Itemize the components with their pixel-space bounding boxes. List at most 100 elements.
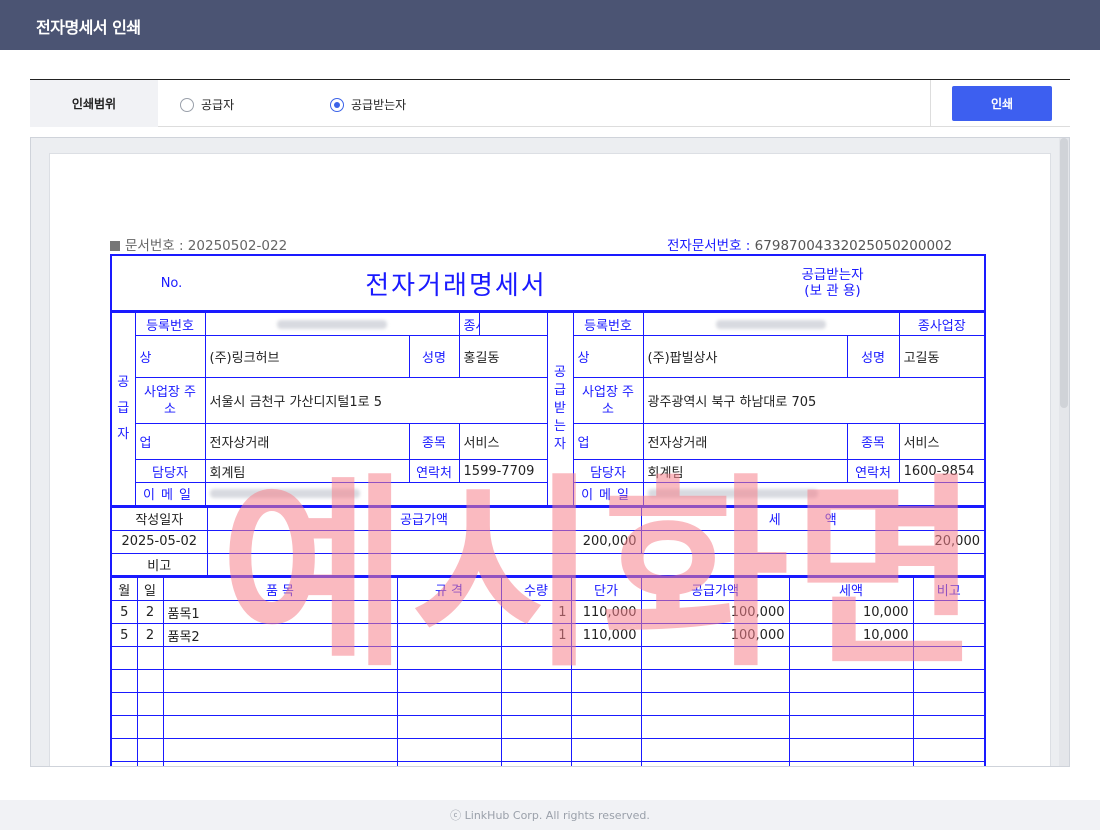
item-remark bbox=[912, 600, 986, 624]
tax-label: 세 액 bbox=[640, 506, 986, 531]
item-price: 110,000 bbox=[570, 623, 642, 647]
buyer-bizclass: 서비스 bbox=[898, 423, 986, 460]
table-row-empty bbox=[110, 692, 986, 716]
buyer-branch-label: 종사업장 bbox=[898, 312, 986, 336]
copy-type-line1: 공급받는자 bbox=[801, 267, 864, 283]
item-qty: 1 bbox=[500, 623, 572, 647]
doc-number: 문서번호 : 20250502-022 bbox=[110, 234, 287, 254]
copy-type-line2: (보 관 용) bbox=[804, 283, 861, 299]
items-header-row: 월 일 품 목 규 격 수량 단가 공급가액 세액 비고 bbox=[110, 577, 986, 601]
supplier-ceo-label: 성명 bbox=[408, 335, 460, 378]
print-button[interactable]: 인쇄 bbox=[952, 86, 1052, 121]
square-icon bbox=[110, 241, 120, 251]
buyer-name-label: 상 호 bbox=[572, 335, 644, 378]
document-viewer[interactable]: 문서번호 : 20250502-022 전자문서번호 : 67987004332… bbox=[30, 137, 1070, 767]
radio-buyer-label: 공급받는자 bbox=[351, 98, 407, 112]
edoc-number: 전자문서번호 : 67987004332025050200002 bbox=[667, 234, 952, 254]
buyer-email bbox=[642, 482, 986, 506]
item-name: 품목1 bbox=[162, 600, 398, 624]
scrollbar[interactable] bbox=[1059, 138, 1069, 766]
supplier-ceo: 홍길동 bbox=[458, 335, 548, 378]
radio-buyer[interactable]: 공급받는자 bbox=[330, 96, 406, 113]
buyer-contact: 회계팀 bbox=[642, 459, 848, 483]
doc-number-text: 문서번호 : 20250502-022 bbox=[125, 238, 288, 254]
supplier-email-label: 이메일 bbox=[134, 482, 206, 506]
supplier-addr-label: 사업장 주소 bbox=[134, 377, 206, 424]
print-range-label: 인쇄범위 bbox=[30, 80, 158, 127]
radio-buyer-dot[interactable] bbox=[330, 97, 344, 112]
note-value bbox=[206, 552, 986, 577]
supplier-reg-no bbox=[204, 312, 460, 336]
item-day: 2 bbox=[136, 623, 164, 647]
items-header-item: 품 목 bbox=[162, 577, 398, 601]
buyer-side-label: 공급받는자 bbox=[546, 312, 574, 506]
items-header-day: 일 bbox=[136, 577, 164, 601]
supplier-side-label: 공급자 bbox=[110, 312, 136, 506]
items-table: 월 일 품 목 규 격 수량 단가 공급가액 세액 비고 5 2 품목1 1 1… bbox=[110, 577, 986, 766]
item-spec bbox=[396, 623, 502, 647]
supplier-email bbox=[204, 482, 548, 506]
buyer-addr-label: 사업장 주소 bbox=[572, 377, 644, 424]
supplier-reg-no-label: 등록번호 bbox=[134, 312, 206, 336]
table-row: 5 2 품목2 1 110,000 100,000 10,000 bbox=[110, 623, 986, 647]
buyer-reg-no bbox=[642, 312, 900, 336]
items-header-remark: 비고 bbox=[912, 577, 986, 601]
items-header-price: 단가 bbox=[570, 577, 642, 601]
tax-value: 20,000 bbox=[640, 529, 986, 554]
top-bar: 전자명세서 인쇄 bbox=[0, 0, 1100, 50]
buyer-ceo: 고길동 bbox=[898, 335, 986, 378]
supplier-branch-label: 종사업장 bbox=[458, 312, 480, 336]
supplier-tel: 1599-7709 bbox=[458, 459, 548, 483]
radio-supplier-dot[interactable] bbox=[180, 97, 194, 112]
page-title: 전자명세서 인쇄 bbox=[36, 18, 141, 37]
table-row-empty bbox=[110, 738, 986, 762]
footer: ⓒ LinkHub Corp. All rights reserved. bbox=[0, 800, 1100, 830]
item-qty: 1 bbox=[500, 600, 572, 624]
date-label: 작성일자 bbox=[110, 506, 208, 531]
item-supply: 100,000 bbox=[640, 600, 790, 624]
parties-table: 공급자 등록번호 종사업장 공급받는자 등록번호 종사업장 상 호 (주)링크허… bbox=[110, 312, 987, 507]
date-value: 2025-05-02 bbox=[110, 529, 208, 554]
document-paper: 문서번호 : 20250502-022 전자문서번호 : 67987004332… bbox=[49, 153, 1051, 766]
items-header-supply: 공급가액 bbox=[640, 577, 790, 601]
item-name: 품목2 bbox=[162, 623, 398, 647]
note-label: 비고 bbox=[110, 552, 208, 577]
table-row: 5 2 품목1 1 110,000 100,000 10,000 bbox=[110, 600, 986, 624]
table-row-empty bbox=[110, 761, 986, 766]
supplier-name-label: 상 호 bbox=[134, 335, 206, 378]
item-month: 5 bbox=[110, 600, 138, 624]
buyer-email-label: 이메일 bbox=[572, 482, 644, 506]
supplier-contact: 회계팀 bbox=[204, 459, 410, 483]
supply-label: 공급가액 bbox=[206, 506, 642, 531]
radio-supplier-label: 공급자 bbox=[201, 98, 235, 112]
item-price: 110,000 bbox=[570, 600, 642, 624]
buyer-biztype: 전자상거래 bbox=[642, 423, 848, 460]
edoc-number-value: 67987004332025050200002 bbox=[754, 238, 953, 254]
item-supply: 100,000 bbox=[640, 623, 790, 647]
items-header-month: 월 bbox=[110, 577, 138, 601]
buyer-reg-no-label: 등록번호 bbox=[572, 312, 644, 336]
supplier-branch bbox=[478, 312, 548, 336]
buyer-addr: 광주광역시 북구 하남대로 705 bbox=[642, 377, 986, 424]
buyer-contact-label: 담당자 bbox=[572, 459, 644, 483]
supplier-biztype-label: 업 태 bbox=[134, 423, 206, 460]
supplier-tel-label: 연락처 bbox=[408, 459, 460, 483]
print-range-row: 인쇄범위 공급자 공급받는자 인쇄 bbox=[30, 79, 1070, 127]
supply-value: 200,000 bbox=[206, 529, 642, 554]
edoc-number-label: 전자문서번호 : bbox=[667, 238, 751, 254]
statement-title: 전자거래명세서 bbox=[231, 254, 681, 312]
supplier-bizclass: 서비스 bbox=[458, 423, 548, 460]
statement-form: No. 전자거래명세서 공급받는자(보 관 용) 공급자 등록번호 종사업장 bbox=[110, 254, 987, 766]
buyer-ceo-label: 성명 bbox=[846, 335, 900, 378]
scrollbar-thumb[interactable] bbox=[1060, 138, 1068, 408]
divider bbox=[930, 80, 931, 127]
table-row-empty bbox=[110, 669, 986, 693]
items-header-spec: 규 격 bbox=[396, 577, 502, 601]
buyer-tel-label: 연락처 bbox=[846, 459, 900, 483]
items-header-qty: 수량 bbox=[500, 577, 572, 601]
buyer-name: (주)팝빌상사 bbox=[642, 335, 848, 378]
radio-supplier[interactable]: 공급자 bbox=[180, 96, 234, 113]
item-month: 5 bbox=[110, 623, 138, 647]
supplier-addr: 서울시 금천구 가산디지털1로 5 bbox=[204, 377, 548, 424]
supplier-bizclass-label: 종목 bbox=[408, 423, 460, 460]
